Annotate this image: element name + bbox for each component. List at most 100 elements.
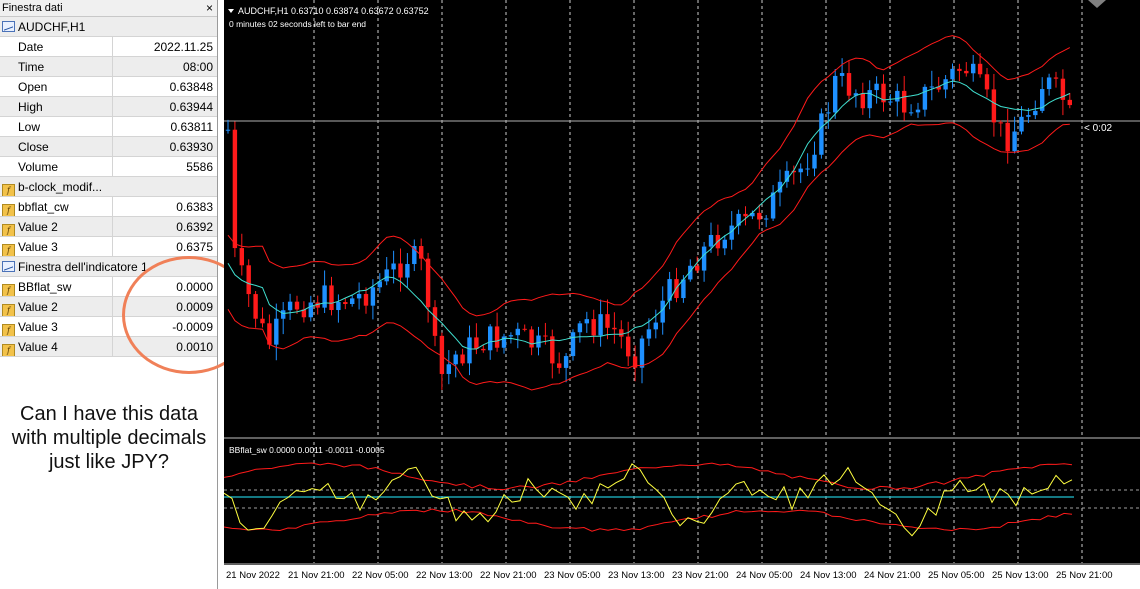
candle-body [812, 154, 817, 169]
candle-body [757, 212, 762, 220]
time-axis-label: 23 Nov 05:00 [544, 570, 601, 581]
candle-body [798, 168, 803, 173]
data-row-value: 0.0009 [176, 300, 213, 314]
data-row: f Value 3 -0.0009 [0, 317, 217, 337]
data-row-label: Value 2 [18, 300, 58, 314]
annotation-question: Can I have this data with multiple decim… [11, 403, 207, 473]
data-row-label: Open [18, 80, 48, 94]
candle-body [1053, 77, 1059, 79]
data-row: f Value 3 0.6375 [0, 237, 217, 257]
data-row-value: 0.6392 [176, 220, 213, 234]
candle-body [543, 335, 548, 337]
candle-body [467, 337, 472, 364]
candle-body [1067, 99, 1072, 106]
candle-body [577, 323, 583, 333]
data-row: Open 0.63848 [0, 77, 217, 97]
indicator-window-header: Finestra dell'indicatore 1 [18, 260, 148, 274]
candle-body [432, 307, 438, 336]
candle-body [764, 218, 769, 220]
data-row-value: 08:00 [182, 60, 213, 74]
candle-body [646, 329, 652, 339]
candle-body [260, 318, 265, 324]
data-row-value: 0.63944 [169, 100, 213, 114]
time-axis-label: 21 Nov 2022 [226, 570, 280, 581]
data-row-label: Time [18, 60, 45, 74]
price-chart-svg[interactable]: AUDCHF,H1 0.63710 0.63874 0.63672 0.6375… [224, 0, 1140, 589]
candle-body [474, 337, 479, 349]
candle-body [356, 293, 362, 299]
candle-body [708, 234, 714, 247]
candle-body [605, 314, 610, 328]
candle-body [398, 263, 403, 278]
data-row: Close 0.63930 [0, 137, 217, 157]
candle-body [598, 314, 603, 336]
data-row: f bbflat_cw 0.6383 [0, 197, 217, 217]
indicator-fx-icon: f [2, 344, 15, 356]
oscillator-upper [224, 462, 1073, 491]
data-row-label: High [18, 100, 43, 114]
candle-body [239, 248, 244, 266]
data-row-label: Low [18, 120, 41, 134]
candle-body [908, 112, 914, 114]
time-axis-label: 24 Nov 21:00 [864, 570, 921, 581]
data-row: Volume 5586 [0, 157, 217, 177]
close-icon[interactable]: × [206, 0, 213, 16]
time-axis-label: 25 Nov 21:00 [1056, 570, 1113, 581]
candle-body [619, 329, 624, 337]
candle-body [957, 68, 962, 71]
time-axis-label: 22 Nov 21:00 [480, 570, 537, 581]
candle-body [343, 302, 348, 305]
time-axis-label: 21 Nov 21:00 [288, 570, 345, 581]
data-row-value: 0.63811 [170, 120, 214, 134]
candle-body [591, 319, 596, 336]
symbol-header-row: AUDCHF,H1 [0, 17, 217, 37]
candle-body [384, 269, 389, 282]
time-axis-label: 23 Nov 13:00 [608, 570, 665, 581]
data-row: f Value 2 0.0009 [0, 297, 217, 317]
data-row-value: 2022.11.25 [153, 40, 213, 54]
candle-body [867, 90, 872, 109]
data-row: High 0.63944 [0, 97, 217, 117]
candle-body [1026, 115, 1031, 117]
data-row-value: 0.6383 [176, 200, 213, 214]
candle-body [1005, 122, 1010, 152]
candle-body [874, 83, 879, 91]
data-row-label: Value 4 [18, 340, 58, 354]
candle-body [846, 73, 852, 96]
data-row: f Value 4 0.0010 [0, 337, 217, 357]
candle-body [612, 327, 617, 330]
data-row-label: Close [18, 140, 49, 154]
candle-body [536, 335, 541, 348]
chart-area[interactable]: AUDCHF,H1 0.63710 0.63874 0.63672 0.6375… [224, 0, 1140, 589]
candle-body [515, 328, 520, 336]
candle-body [888, 101, 893, 103]
time-axis-label: 22 Nov 13:00 [416, 570, 473, 581]
candle-body [363, 293, 369, 306]
data-row: Low 0.63811 [0, 117, 217, 137]
candle-body [819, 113, 824, 155]
chart-line-icon [2, 261, 15, 272]
candle-body [998, 122, 1003, 124]
time-axis-label: 23 Nov 21:00 [672, 570, 729, 581]
candle-body [281, 310, 286, 319]
oscillator-group [224, 462, 1140, 537]
candle-body [563, 356, 569, 368]
candle-body [653, 322, 658, 330]
upper-band [227, 35, 1071, 317]
candle-body [743, 213, 748, 217]
candle-body [246, 265, 251, 295]
data-row: f BBflat_sw 0.0000 [0, 277, 217, 297]
candle-body [453, 354, 458, 365]
candle-body [695, 265, 700, 271]
candle-body [833, 75, 838, 113]
data-row-label: Date [18, 40, 44, 54]
candle-body [529, 329, 534, 348]
data-row-value: 0.63930 [169, 140, 213, 154]
candle-body [322, 285, 327, 308]
oscillator-lower [224, 508, 1073, 532]
candle-body [902, 90, 907, 113]
candle-body [336, 302, 341, 311]
bar-timer-text: 0 minutes 02 seconds left to bar end [229, 19, 366, 29]
data-row-label: Value 2 [18, 220, 58, 234]
candle-body [274, 318, 279, 345]
